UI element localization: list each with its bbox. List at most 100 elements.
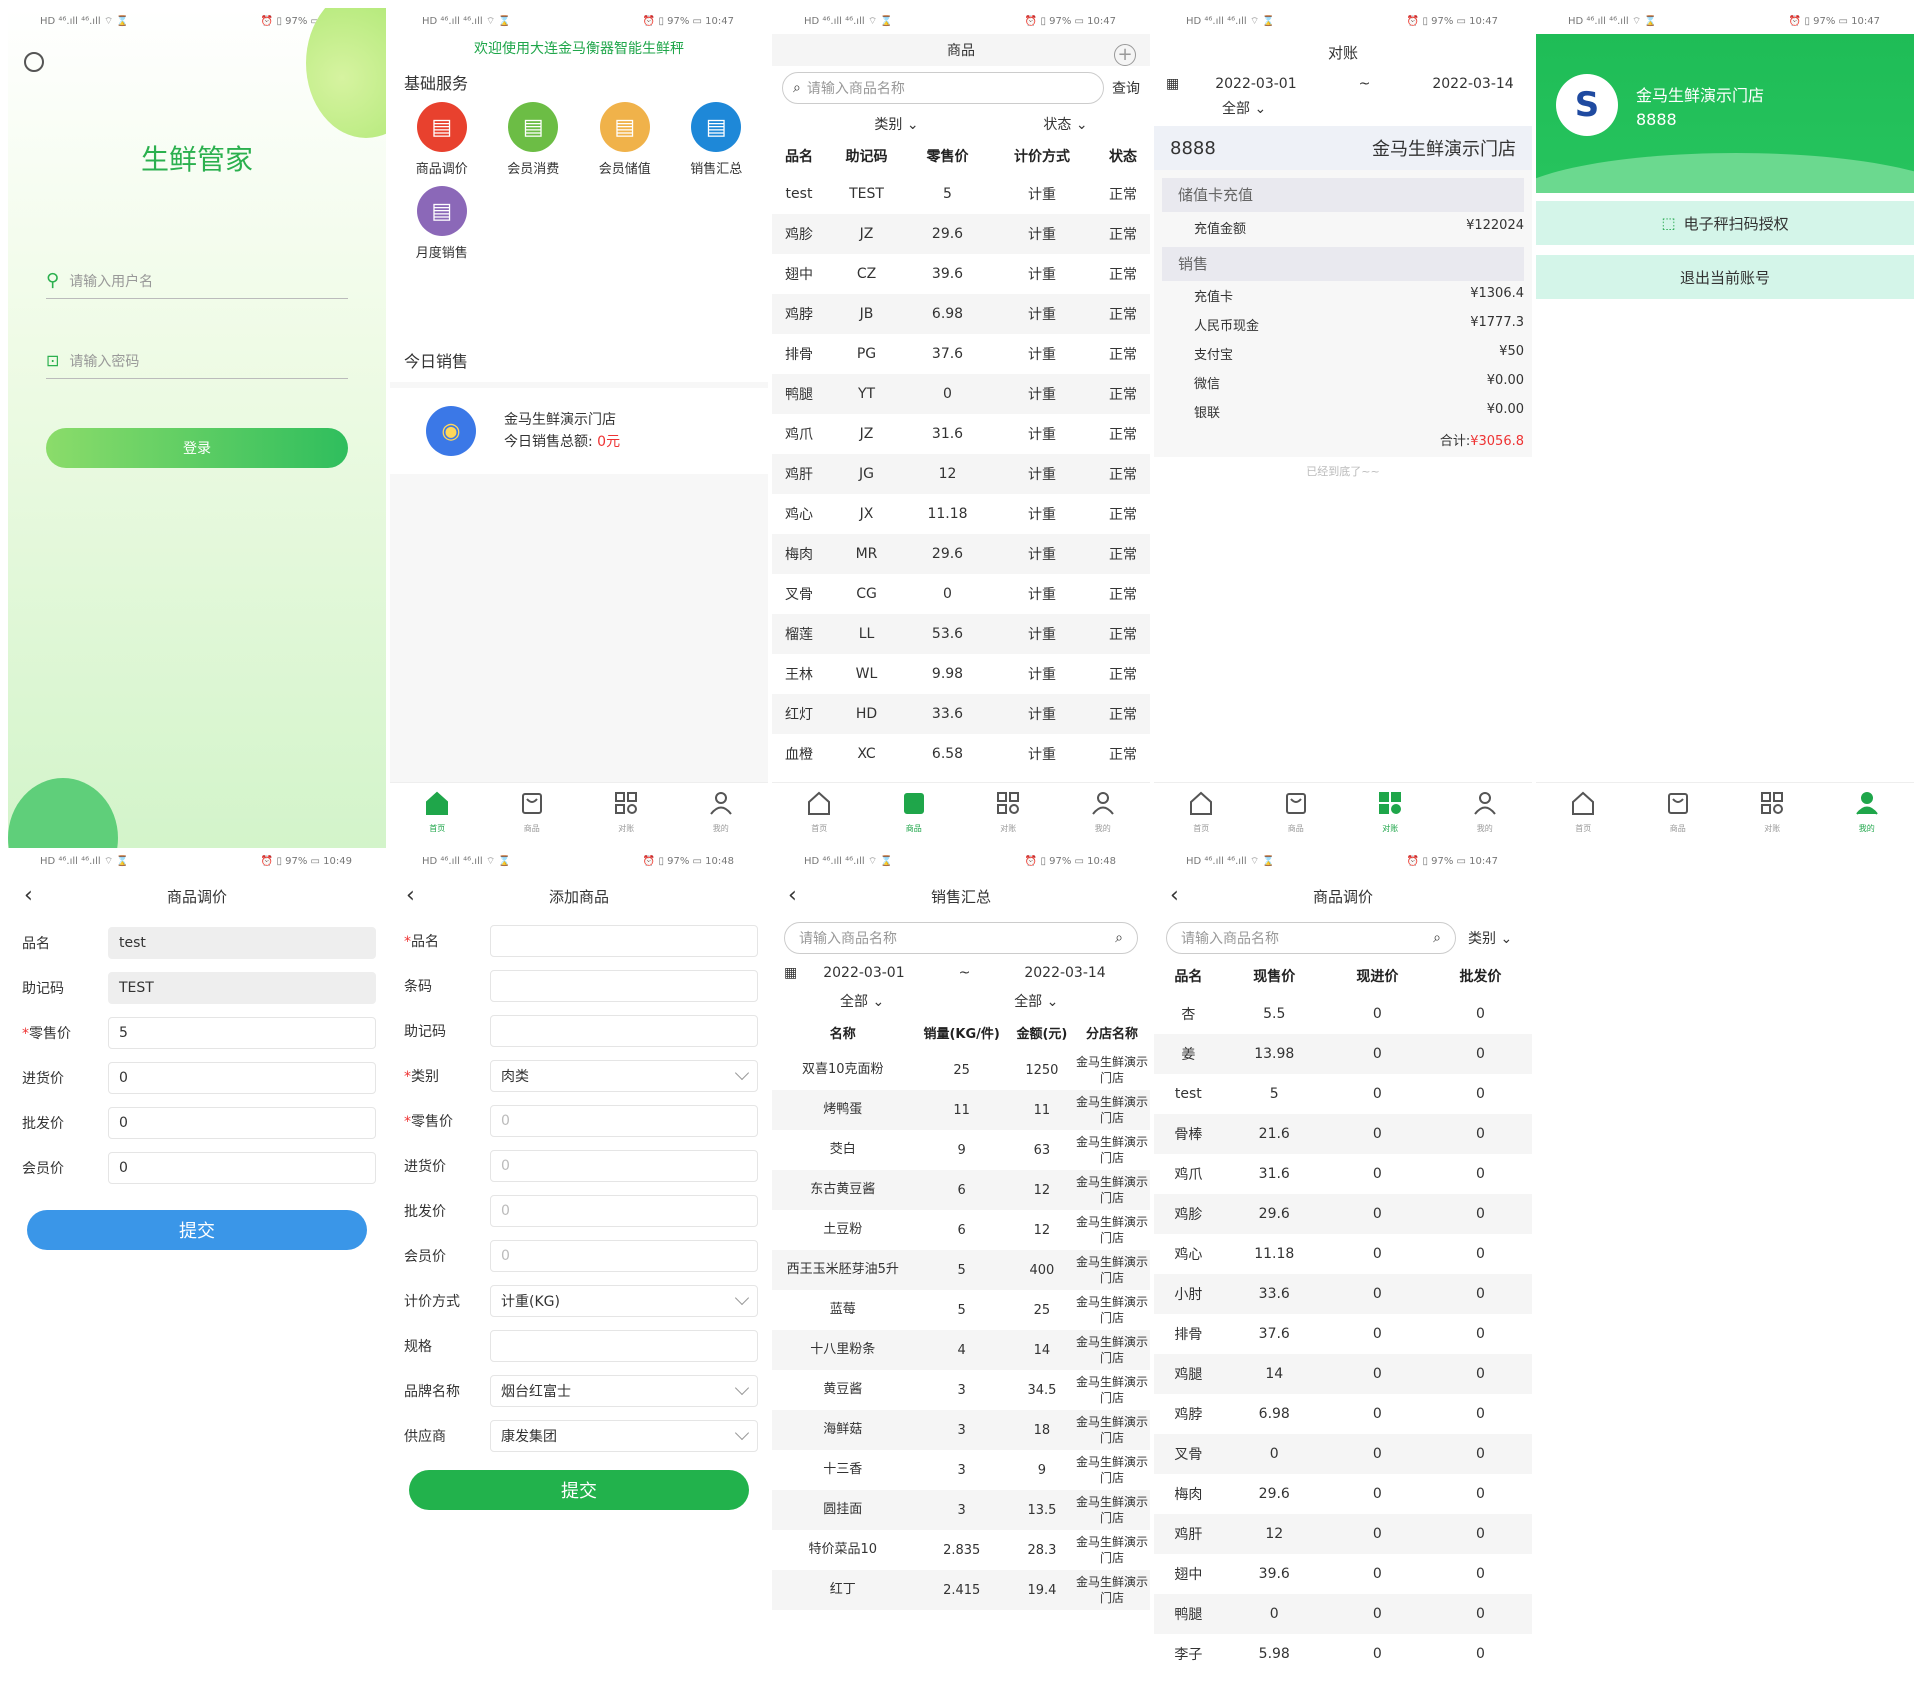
table-row[interactable]: 黄豆酱 3 34.5 金马生鲜演示门店 (772, 1370, 1150, 1410)
tab-2[interactable]: 对账 (1725, 783, 1820, 840)
tab-3[interactable]: 我的 (674, 783, 769, 840)
table-row[interactable]: 烤鸭蛋 11 11 金马生鲜演示门店 (772, 1090, 1150, 1130)
table-row[interactable]: 西王玉米胚芽油5升 5 400 金马生鲜演示门店 (772, 1250, 1150, 1290)
back-icon[interactable]: ‹ (406, 883, 415, 909)
submit-button[interactable]: 提交 (27, 1210, 367, 1250)
tab-2[interactable]: 对账 (961, 783, 1056, 840)
submit-button[interactable]: 提交 (409, 1470, 749, 1510)
tab-2[interactable]: 对账 (579, 783, 674, 840)
table-row[interactable]: 鸭腿 0 0 0 (1154, 1594, 1532, 1634)
category-filter[interactable]: 全部 ⌄ (840, 991, 884, 1011)
field-input[interactable] (490, 1014, 758, 1047)
table-row[interactable]: 血橙 XC 6.58 计重 正常 (772, 734, 1150, 774)
service-item-4[interactable]: ▤ 月度销售 (396, 184, 488, 268)
table-row[interactable]: 排骨 37.6 0 0 (1154, 1314, 1532, 1354)
field-input[interactable] (490, 1329, 758, 1362)
table-row[interactable]: 姜 13.98 0 0 (1154, 1034, 1532, 1074)
field-select[interactable]: 康发集团 (490, 1419, 758, 1452)
search-input[interactable]: 请输入商品名称 ⌕ (784, 922, 1138, 954)
table-row[interactable]: 鸡腿 14 0 0 (1154, 1354, 1532, 1394)
date-range[interactable]: ▦ 2022-03-01 ~2022-03-14 (772, 958, 1150, 988)
tab-0[interactable]: 首页 (772, 783, 867, 840)
table-row[interactable]: 鸡肝 JG 12 计重 正常 (772, 454, 1150, 494)
table-row[interactable]: 十八里粉条 4 14 金马生鲜演示门店 (772, 1330, 1150, 1370)
tab-1[interactable]: 商品 (867, 783, 962, 840)
service-item-2[interactable]: ▤ 会员储值 (579, 100, 671, 184)
table-row[interactable]: 小肘 33.6 0 0 (1154, 1274, 1532, 1314)
field-input[interactable]: 0 (490, 1104, 758, 1137)
field-select[interactable]: 肉类 (490, 1059, 758, 1092)
table-row[interactable]: 鸡心 11.18 0 0 (1154, 1234, 1532, 1274)
table-row[interactable]: 梅肉 29.6 0 0 (1154, 1474, 1532, 1514)
table-row[interactable]: 鸡肝 12 0 0 (1154, 1514, 1532, 1554)
service-item-0[interactable]: ▤ 商品调价 (396, 100, 488, 184)
tab-2[interactable]: 对账 (1343, 783, 1438, 840)
table-row[interactable]: test 5 0 0 (1154, 1074, 1532, 1114)
search-button[interactable]: 查询 (1112, 78, 1140, 98)
add-product-icon[interactable]: + (1114, 44, 1136, 66)
table-row[interactable]: 鸡脖 6.98 0 0 (1154, 1394, 1532, 1434)
table-row[interactable]: 王林 WL 9.98 计重 正常 (772, 654, 1150, 694)
tab-3[interactable]: 我的 (1056, 783, 1151, 840)
field-input[interactable] (490, 924, 758, 957)
service-item-3[interactable]: ▤ 销售汇总 (671, 100, 763, 184)
tab-1[interactable]: 商品 (485, 783, 580, 840)
category-filter[interactable]: 类别 ⌄ (1468, 928, 1512, 948)
service-item-1[interactable]: ▤ 会员消费 (488, 100, 580, 184)
category-filter[interactable]: 类别 ⌄ (874, 114, 918, 134)
table-row[interactable]: 翅中 CZ 39.6 计重 正常 (772, 254, 1150, 294)
field-select[interactable]: 烟台红富士 (490, 1374, 758, 1407)
password-field[interactable]: ⊡ 请输入密码 (46, 343, 348, 379)
search-input[interactable]: ⌕ 请输入商品名称 (782, 72, 1104, 104)
tab-1[interactable]: 商品 (1631, 783, 1726, 840)
tab-0[interactable]: 首页 (1154, 783, 1249, 840)
table-row[interactable]: 红灯 HD 33.6 计重 正常 (772, 694, 1150, 734)
tab-1[interactable]: 商品 (1249, 783, 1344, 840)
table-row[interactable]: 骨棒 21.6 0 0 (1154, 1114, 1532, 1154)
table-row[interactable]: 圆挂面 3 13.5 金马生鲜演示门店 (772, 1490, 1150, 1530)
back-icon[interactable]: ‹ (1170, 883, 1179, 909)
field-input[interactable]: 0 (108, 1106, 376, 1139)
field-select[interactable]: 计重(KG) (490, 1284, 758, 1317)
tab-3[interactable]: 我的 (1820, 783, 1915, 840)
table-row[interactable]: 鸡心 JX 11.18 计重 正常 (772, 494, 1150, 534)
field-input[interactable] (490, 969, 758, 1002)
field-input[interactable]: 0 (490, 1194, 758, 1227)
search-input[interactable]: 请输入商品名称 ⌕ (1166, 922, 1456, 954)
table-row[interactable]: 特价菜品10 2.835 28.3 金马生鲜演示门店 (772, 1530, 1150, 1570)
tab-0[interactable]: 首页 (1536, 783, 1631, 840)
table-row[interactable]: 鸡胗 29.6 0 0 (1154, 1194, 1532, 1234)
store-filter[interactable]: 全部 ⌄ (1014, 991, 1058, 1011)
table-row[interactable]: 东古黄豆酱 6 12 金马生鲜演示门店 (772, 1170, 1150, 1210)
table-row[interactable]: 榴莲 LL 53.6 计重 正常 (772, 614, 1150, 654)
back-icon[interactable]: ‹ (788, 883, 797, 909)
table-row[interactable]: 李子 5.98 0 0 (1154, 1634, 1532, 1674)
table-row[interactable]: 双喜10克面粉 25 1250 金马生鲜演示门店 (772, 1050, 1150, 1090)
table-row[interactable]: 蓝莓 5 25 金马生鲜演示门店 (772, 1290, 1150, 1330)
table-row[interactable]: 红丁 2.415 19.4 金马生鲜演示门店 (772, 1570, 1150, 1610)
table-row[interactable]: 梅肉 MR 29.6 计重 正常 (772, 534, 1150, 574)
table-row[interactable]: 杏 5.5 0 0 (1154, 994, 1532, 1034)
table-row[interactable]: 鸭腿 YT 0 计重 正常 (772, 374, 1150, 414)
field-input[interactable]: 0 (490, 1149, 758, 1182)
table-row[interactable]: 海鲜菇 3 18 金马生鲜演示门店 (772, 1410, 1150, 1450)
status-filter[interactable]: 状态 ⌄ (1043, 114, 1087, 134)
table-row[interactable]: 鸡脖 JB 6.98 计重 正常 (772, 294, 1150, 334)
date-range[interactable]: ▦ 2022-03-01 ~2022-03-14 (1154, 70, 1532, 98)
table-row[interactable]: test TEST 5 计重 正常 (772, 174, 1150, 214)
table-row[interactable]: 鸡爪 31.6 0 0 (1154, 1154, 1532, 1194)
table-row[interactable]: 十三香 3 9 金马生鲜演示门店 (772, 1450, 1150, 1490)
login-button[interactable]: 登录 (46, 428, 348, 468)
field-input[interactable]: 0 (108, 1151, 376, 1184)
logout-button[interactable]: 退出当前账号 (1536, 255, 1914, 299)
tab-0[interactable]: 首页 (390, 783, 485, 840)
today-sales-card[interactable]: ◉ 金马生鲜演示门店 今日销售总额: 0元 (390, 388, 768, 474)
table-row[interactable]: 鸡爪 JZ 31.6 计重 正常 (772, 414, 1150, 454)
table-row[interactable]: 叉骨 0 0 0 (1154, 1434, 1532, 1474)
store-filter[interactable]: 全部 ⌄ (1154, 98, 1532, 122)
table-row[interactable]: 叉骨 CG 0 计重 正常 (772, 574, 1150, 614)
field-input[interactable]: 0 (490, 1239, 758, 1272)
field-input[interactable]: 0 (108, 1061, 376, 1094)
field-input[interactable]: 5 (108, 1016, 376, 1049)
back-icon[interactable]: ‹ (24, 883, 33, 909)
